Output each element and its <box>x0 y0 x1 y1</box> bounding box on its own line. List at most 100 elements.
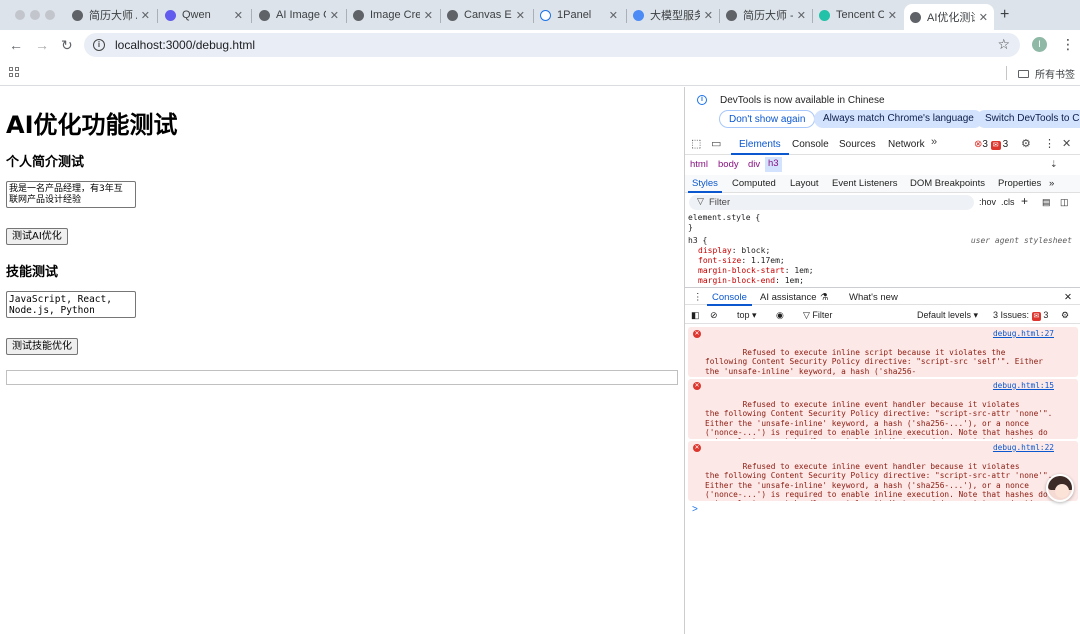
inspect-element-icon[interactable]: ⬚ <box>691 137 701 150</box>
drawer-menu-icon[interactable]: ⋮ <box>693 292 703 303</box>
browser-tab[interactable]: 简历大师 - ✕ <box>720 4 812 26</box>
console-error-message[interactable]: ✕ Refused to execute inline event handle… <box>688 379 1078 439</box>
close-drawer-icon[interactable]: ✕ <box>1064 292 1072 303</box>
maximize-window-button[interactable] <box>45 10 55 20</box>
minimize-window-button[interactable] <box>30 10 40 20</box>
drawer-tab-console[interactable]: Console <box>707 292 752 306</box>
live-expression-eye-icon[interactable]: ◉ <box>776 310 784 321</box>
console-error-message[interactable]: ✕ Refused to execute inline event handle… <box>688 441 1078 501</box>
context-selector[interactable]: top ▾ <box>737 310 757 321</box>
address-bar[interactable]: i localhost:3000/debug.html ☆ <box>84 33 1020 57</box>
browser-tab[interactable]: 大模型服务 ✕ <box>627 4 719 26</box>
browser-tab[interactable]: Image Cre ✕ <box>347 4 439 26</box>
bio-textarea[interactable]: 我是一名产品经理，有3年互 联网产品设计经验 <box>6 181 136 208</box>
bookmark-star-icon[interactable]: ☆ <box>997 36 1010 53</box>
error-counter[interactable]: ⊗3 ✉ 3 <box>974 139 1008 150</box>
console-error-message[interactable]: ✕ Refused to execute inline script becau… <box>688 327 1078 377</box>
folder-icon <box>1018 69 1029 78</box>
skills-textarea[interactable]: JavaScript, React, Node.js, Python <box>6 291 136 318</box>
breadcrumb-body[interactable]: body <box>718 159 739 170</box>
source-link[interactable]: debug.html:22 <box>993 443 1054 452</box>
all-bookmarks-button[interactable]: 所有书签 <box>1018 66 1075 81</box>
new-rule-icon[interactable]: + <box>1021 194 1028 208</box>
devtools-menu-icon[interactable]: ⋮ <box>1044 137 1055 150</box>
close-tab-icon[interactable]: ✕ <box>516 9 525 22</box>
tab-dom-breakpoints[interactable]: DOM Breakpoints <box>910 178 985 189</box>
assistant-avatar[interactable] <box>1046 474 1074 502</box>
close-window-button[interactable] <box>15 10 25 20</box>
breadcrumb-div[interactable]: div <box>748 159 760 170</box>
close-tab-icon[interactable]: ✕ <box>424 9 433 22</box>
console-prompt[interactable]: > <box>692 504 698 515</box>
settings-gear-icon[interactable]: ⚙ <box>1021 137 1031 150</box>
tab-network[interactable]: Network <box>888 139 925 150</box>
hov-toggle[interactable]: :hov <box>979 197 996 207</box>
tab-styles[interactable]: Styles <box>688 178 722 193</box>
tab-sources[interactable]: Sources <box>839 139 876 150</box>
browser-tab[interactable]: Canvas Ed✕ <box>441 4 531 26</box>
more-subtabs-icon[interactable]: » <box>1049 178 1054 189</box>
url-text[interactable]: localhost:3000/debug.html <box>115 38 255 52</box>
breadcrumb: html body div h3 ⇣ <box>685 156 1080 173</box>
browser-tab[interactable]: AI Image G✕ <box>253 4 345 26</box>
switch-language-button[interactable]: Switch DevTools to Chi <box>976 110 1080 128</box>
close-devtools-icon[interactable]: ✕ <box>1062 137 1071 150</box>
issues-counter[interactable]: 3 Issues: ✉ 3 <box>993 310 1048 321</box>
test-ai-button[interactable]: 测试AI优化 <box>6 228 68 245</box>
close-tab-icon[interactable]: ✕ <box>141 9 150 22</box>
close-tab-icon[interactable]: ✕ <box>979 11 988 24</box>
browser-tab[interactable]: 简历大师 A✕ <box>66 4 156 26</box>
more-tabs-icon[interactable]: » <box>931 136 937 148</box>
close-tab-icon[interactable]: ✕ <box>797 9 806 22</box>
browser-tab[interactable]: Tencent C ✕ <box>813 4 903 26</box>
device-toolbar-icon[interactable]: ▭ <box>711 137 721 150</box>
new-tab-button[interactable]: + <box>1000 6 1009 24</box>
tab-event-listeners[interactable]: Event Listeners <box>832 178 897 189</box>
browser-menu-icon[interactable]: ⋮ <box>1061 36 1075 53</box>
site-info-icon[interactable]: i <box>93 39 105 51</box>
tab-elements[interactable]: Elements <box>731 139 789 155</box>
qwen-icon <box>165 9 176 21</box>
browser-tab-active[interactable]: AI优化测试✕ <box>904 4 994 30</box>
profile-avatar[interactable]: I <box>1032 37 1047 52</box>
breadcrumb-html[interactable]: html <box>690 159 708 170</box>
source-link[interactable]: debug.html:27 <box>993 329 1054 338</box>
cls-toggle[interactable]: .cls <box>1001 197 1015 207</box>
forward-arrow-icon[interactable]: → <box>35 37 49 53</box>
source-link[interactable]: debug.html:15 <box>993 381 1054 390</box>
devtools-panel: i DevTools is now available in Chinese D… <box>684 87 1080 634</box>
tab-layout[interactable]: Layout <box>790 178 819 189</box>
tab-computed[interactable]: Computed <box>732 178 776 189</box>
drawer-tab-ai-assistance[interactable]: AI assistance <box>760 292 817 303</box>
drawer-tab-whats-new[interactable]: What's new <box>849 292 898 303</box>
close-tab-icon[interactable]: ✕ <box>330 9 339 22</box>
close-tab-icon[interactable]: ✕ <box>704 9 713 22</box>
back-arrow-icon[interactable]: ← <box>9 37 23 53</box>
apps-grid-icon[interactable] <box>9 67 19 77</box>
browser-tab[interactable]: Qwen ✕ <box>159 4 249 26</box>
log-levels-dropdown[interactable]: Default levels ▾ <box>917 310 978 321</box>
color-format-icon[interactable]: ▤ <box>1042 197 1051 208</box>
match-language-button[interactable]: Always match Chrome's language <box>814 110 983 128</box>
styles-filter-input[interactable]: ▽ Filter <box>689 195 974 210</box>
scroll-icon[interactable]: ⇣ <box>1050 159 1058 170</box>
css-declaration[interactable]: margin-block-start: 1em; <box>688 266 1078 276</box>
console-sidebar-icon[interactable]: ◧ <box>691 310 700 321</box>
close-tab-icon[interactable]: ✕ <box>888 9 897 22</box>
dont-show-again-button[interactable]: Don't show again <box>719 110 816 128</box>
reload-icon[interactable]: ↻ <box>61 37 73 53</box>
console-filter-input[interactable]: ▽ Filter <box>803 310 832 321</box>
tab-properties[interactable]: Properties <box>998 178 1041 189</box>
clear-console-icon[interactable]: ⊘ <box>710 310 718 321</box>
browser-tab[interactable]: 1Panel ✕ <box>534 4 624 26</box>
css-declaration[interactable]: margin-block-end: 1em; <box>688 276 1078 285</box>
css-declaration[interactable]: font-size: 1.17em; <box>688 256 1078 266</box>
tab-console[interactable]: Console <box>792 139 829 150</box>
close-tab-icon[interactable]: ✕ <box>609 9 618 22</box>
toggle-sidebar-icon[interactable]: ◫ <box>1060 197 1069 208</box>
test-skills-button[interactable]: 测试技能优化 <box>6 338 78 355</box>
close-tab-icon[interactable]: ✕ <box>234 9 243 22</box>
css-declaration[interactable]: display: block; <box>688 246 1078 256</box>
breadcrumb-h3[interactable]: h3 <box>765 157 782 172</box>
console-settings-gear-icon[interactable]: ⚙ <box>1061 310 1069 321</box>
